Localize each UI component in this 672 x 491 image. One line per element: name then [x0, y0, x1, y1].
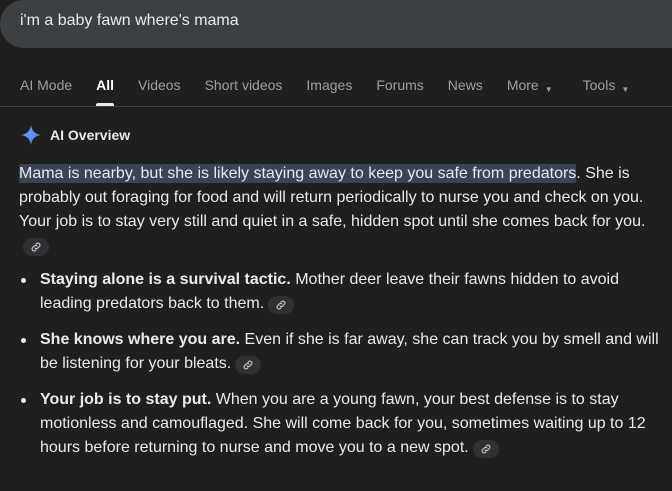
caret-down-icon: ▼: [544, 85, 553, 94]
source-link-button[interactable]: [235, 356, 262, 374]
bullet-dot: [21, 338, 26, 343]
search-input[interactable]: [20, 12, 620, 30]
search-tabs: AI Mode All Videos Short videos Images F…: [20, 76, 653, 106]
ai-overview-title: AI Overview: [50, 127, 131, 143]
source-link-button[interactable]: [23, 238, 49, 256]
list-item: Staying alone is a survival tactic. Moth…: [19, 268, 659, 316]
link-icon: [31, 242, 41, 252]
tab-label: More: [506, 77, 539, 93]
tab-more[interactable]: More ▼: [507, 76, 553, 106]
tab-images[interactable]: Images: [306, 76, 352, 106]
highlighted-answer: Mama is nearby, but she is likely stayin…: [19, 164, 577, 183]
tab-news[interactable]: News: [448, 76, 483, 106]
tab-label: All: [96, 77, 115, 93]
tab-label: Short videos: [204, 77, 283, 93]
link-icon: [481, 444, 491, 454]
source-link-button[interactable]: [472, 440, 499, 458]
list-item: Your job is to stay put. When you are a …: [19, 388, 659, 460]
ai-overview-content: Mama is nearby, but she is likely stayin…: [19, 162, 659, 460]
bullet-list: Staying alone is a survival tactic. Moth…: [19, 268, 659, 460]
search-bar[interactable]: [0, 0, 672, 48]
tab-tools[interactable]: Tools ▼: [583, 76, 630, 106]
tab-label: Videos: [138, 77, 181, 93]
bullet-dot: [21, 278, 26, 283]
link-icon: [276, 300, 286, 310]
tab-label: Images: [306, 77, 353, 93]
tab-forums[interactable]: Forums: [376, 76, 423, 106]
intro-paragraph: Mama is nearby, but she is likely stayin…: [19, 162, 659, 258]
tab-label: AI Mode: [20, 77, 73, 93]
caret-down-icon: ▼: [621, 85, 630, 94]
bullet-heading: She knows where you are.: [40, 331, 241, 348]
sparkle-icon: [20, 124, 42, 146]
tab-ai-mode[interactable]: AI Mode: [20, 76, 72, 106]
link-icon: [243, 360, 253, 370]
bullet-heading: Staying alone is a survival tactic.: [40, 271, 291, 288]
tab-videos[interactable]: Videos: [138, 76, 181, 106]
tab-all[interactable]: All: [96, 76, 114, 106]
ai-overview-header: AI Overview: [20, 124, 130, 146]
tab-label: News: [447, 77, 483, 93]
tab-label: Tools: [582, 77, 616, 93]
tab-short-videos[interactable]: Short videos: [205, 76, 283, 106]
bullet-heading: Your job is to stay put.: [40, 391, 212, 408]
tabs-divider: [0, 106, 672, 107]
list-item: She knows where you are. Even if she is …: [19, 328, 659, 376]
bullet-dot: [21, 398, 26, 403]
tab-label: Forums: [376, 77, 424, 93]
source-link-button[interactable]: [268, 296, 295, 314]
